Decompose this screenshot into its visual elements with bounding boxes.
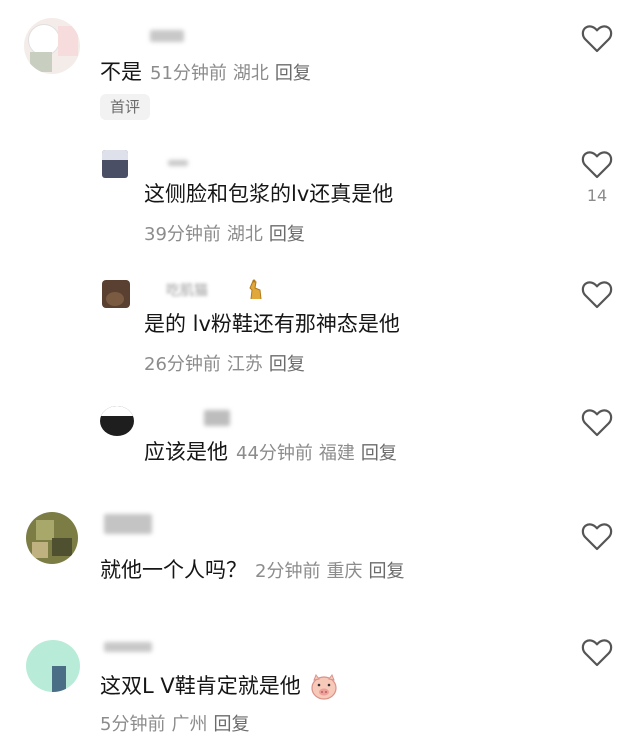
comment-location: 湖北 — [226, 224, 263, 245]
avatar[interactable] — [26, 640, 80, 692]
heart-outline-icon — [581, 639, 613, 667]
comment-text: 应该是他 — [144, 440, 228, 464]
heart-outline-icon — [581, 151, 613, 179]
username-blurred[interactable] — [104, 642, 152, 652]
comment-text: 这侧脸和包浆的lv还真是他 — [144, 182, 394, 206]
reply-item: 应该是他 44分钟前 福建 回复 — [0, 400, 640, 500]
reply-button[interactable]: 回复 — [368, 561, 404, 582]
comment-time: 2分钟前 — [255, 561, 321, 582]
comment-text: 就他一个人吗？ — [100, 558, 247, 582]
avatar[interactable] — [100, 406, 134, 436]
comment-item: 不是 51分钟前 湖北 回复 首评 — [0, 0, 640, 140]
like-count: 14 — [586, 186, 608, 205]
reply-button[interactable]: 回复 — [361, 443, 397, 464]
comment-text: 这双L V鞋肯定就是他 — [100, 674, 301, 698]
comment-text: 是的 lv粉鞋还有那神态是他 — [144, 312, 400, 336]
comment-text-row: 应该是他 44分钟前 福建 回复 — [144, 438, 403, 468]
comment-time: 51分钟前 — [150, 63, 227, 84]
pig-face-emoji-icon — [311, 673, 338, 700]
username-blurred[interactable] — [150, 30, 184, 42]
avatar[interactable] — [102, 150, 128, 178]
giraffe-emoji-icon — [249, 279, 262, 300]
heart-outline-icon — [581, 409, 613, 437]
comment-meta: 26分钟前 江苏 回复 — [144, 350, 311, 376]
comment-item: 这双L V鞋肯定就是他 5分钟前 广州 回复 — [0, 630, 640, 735]
avatar[interactable] — [26, 512, 78, 564]
comment-location: 重庆 — [326, 561, 363, 582]
comment-location: 湖北 — [232, 63, 269, 84]
comment-text-row: 这双L V鞋肯定就是他 — [100, 672, 339, 701]
comment-location: 福建 — [318, 443, 355, 464]
like-button[interactable] — [579, 522, 615, 558]
like-button[interactable] — [579, 408, 615, 444]
reply-button[interactable]: 回复 — [269, 354, 305, 375]
comment-text: 不是 — [100, 60, 142, 84]
like-button[interactable] — [579, 280, 615, 316]
reply-item: 这侧脸和包浆的lv还真是他 39分钟前 湖北 回复 14 — [0, 140, 640, 260]
reply-item: 吃肌猫 是的 lv粉鞋还有那神态是他 26分钟前 江苏 回复 — [0, 272, 640, 392]
comment-time: 39分钟前 — [144, 224, 221, 245]
heart-outline-icon — [581, 281, 613, 309]
heart-outline-icon — [581, 25, 613, 53]
comment-location: 广州 — [171, 714, 208, 735]
reply-button[interactable]: 回复 — [275, 63, 311, 84]
like-button[interactable] — [579, 24, 615, 60]
like-button[interactable] — [579, 638, 615, 674]
username-blurred[interactable] — [204, 410, 230, 426]
comment-time: 26分钟前 — [144, 354, 221, 375]
comment-item: 就他一个人吗？ 2分钟前 重庆 回复 — [0, 500, 640, 620]
comment-time: 44分钟前 — [236, 443, 313, 464]
comment-time: 5分钟前 — [100, 714, 166, 735]
first-comment-tag: 首评 — [100, 94, 151, 120]
comment-location: 江苏 — [226, 354, 263, 375]
reply-button[interactable]: 回复 — [269, 224, 305, 245]
avatar[interactable] — [102, 280, 130, 308]
comment-meta: 39分钟前 湖北 回复 — [144, 220, 311, 246]
username[interactable]: 吃肌猫 — [166, 280, 208, 300]
comment-text-row: 不是 51分钟前 湖北 回复 — [100, 58, 317, 88]
like-button[interactable]: 14 — [579, 150, 615, 205]
reply-button[interactable]: 回复 — [213, 714, 249, 735]
username-blurred[interactable] — [168, 160, 188, 166]
comment-text-row: 就他一个人吗？ 2分钟前 重庆 回复 — [100, 556, 410, 586]
heart-outline-icon — [581, 523, 613, 551]
avatar[interactable] — [24, 18, 80, 74]
username-blurred[interactable] — [104, 514, 152, 534]
comment-meta: 5分钟前 广州 回复 — [100, 710, 255, 736]
